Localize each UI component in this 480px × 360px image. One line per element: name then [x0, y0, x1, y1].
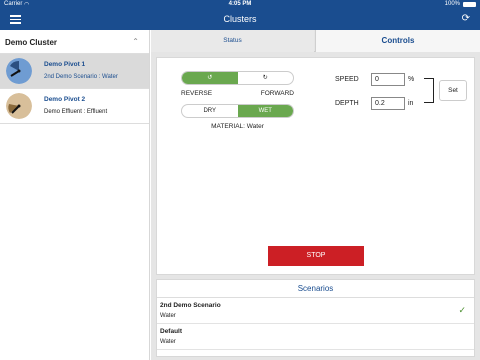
speed-label: SPEED	[335, 76, 359, 83]
scenario-item[interactable]: 2nd Demo Scenario Water ✓	[157, 298, 474, 324]
depth-input[interactable]: 0.2	[371, 97, 405, 110]
pivot-name: Demo Pivot 1	[44, 61, 86, 68]
status-time: 4:05 PM	[228, 1, 252, 7]
scenario-item[interactable]: Default Water	[157, 324, 474, 350]
scenario-material: Water	[160, 339, 176, 345]
pivot-item-2[interactable]: Demo Pivot 2 Demo Effluent : Effluent	[0, 89, 149, 124]
forward-label: FORWARD	[260, 90, 294, 97]
status-bar: Carrier ◠ 4:05 PM 100%	[0, 0, 480, 10]
reverse-icon: ↺	[207, 75, 213, 81]
battery-percent: 100%	[444, 1, 460, 7]
refresh-icon[interactable]: ⟳	[462, 13, 470, 24]
tab-bar: Status Controls	[151, 30, 480, 52]
set-button[interactable]: Set	[439, 80, 467, 101]
pivot-map-icon	[6, 93, 32, 119]
scenario-name: Default	[160, 328, 183, 335]
page-title: Clusters	[223, 14, 257, 24]
depth-unit: in	[408, 100, 414, 107]
pivot-item-1[interactable]: Demo Pivot 1 2nd Demo Scenario : Water	[0, 54, 149, 89]
reverse-label: REVERSE	[181, 90, 213, 97]
tab-controls[interactable]: Controls	[315, 30, 480, 52]
dry-option[interactable]: DRY	[182, 105, 238, 117]
main-panel: Status Controls ↺ ↻ REVERSE FORWARD DRY …	[151, 30, 480, 360]
reverse-option[interactable]: ↺	[182, 72, 238, 84]
controls-panel: ↺ ↻ REVERSE FORWARD DRY WET MATERIAL: Wa…	[156, 57, 475, 275]
wet-dry-toggle[interactable]: DRY WET	[181, 104, 294, 118]
scenarios-title: Scenarios	[157, 280, 474, 298]
scenario-material: Water	[160, 313, 176, 319]
checkmark-icon: ✓	[458, 305, 466, 315]
scenario-name: 2nd Demo Scenario	[160, 302, 221, 309]
cluster-header[interactable]: Demo Cluster ⌃	[0, 30, 149, 54]
forward-icon: ↻	[262, 75, 268, 81]
scenarios-panel: Scenarios 2nd Demo Scenario Water ✓ Defa…	[156, 279, 475, 357]
top-bar: Carrier ◠ 4:05 PM 100% Clusters ⟳	[0, 0, 480, 30]
forward-option[interactable]: ↻	[238, 72, 294, 84]
pivot-scenario: Demo Effluent : Effluent	[44, 109, 108, 115]
material-label: MATERIAL: Water	[211, 123, 264, 130]
tab-status[interactable]: Status	[151, 30, 314, 52]
chevron-up-icon[interactable]: ⌃	[132, 37, 139, 46]
stop-button[interactable]: STOP	[268, 246, 364, 266]
speed-input[interactable]: 0	[371, 73, 405, 86]
pivot-map-icon	[6, 58, 32, 84]
bracket-divider	[424, 78, 434, 103]
speed-unit: %	[408, 76, 415, 83]
depth-label: DEPTH	[335, 100, 359, 107]
pivot-name: Demo Pivot 2	[44, 96, 86, 103]
wet-option[interactable]: WET	[237, 105, 293, 117]
pivot-scenario: 2nd Demo Scenario : Water	[44, 74, 118, 80]
cluster-title: Demo Cluster	[5, 38, 58, 47]
battery-icon	[463, 2, 476, 7]
sidebar: Demo Cluster ⌃ Demo Pivot 1 2nd Demo Sce…	[0, 30, 150, 360]
direction-toggle[interactable]: ↺ ↻	[181, 71, 294, 85]
